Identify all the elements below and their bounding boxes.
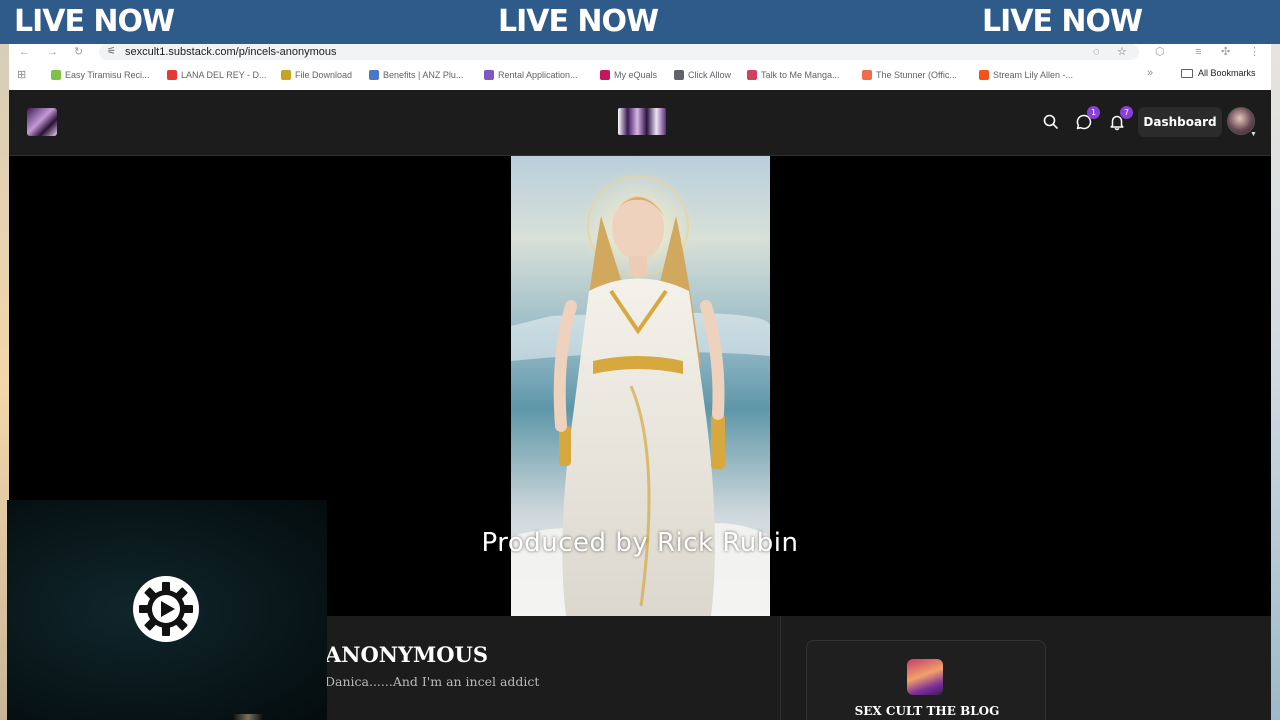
bookmark-item[interactable]: LANA DEL REY - D... [167, 68, 267, 82]
bookmark-favicon-icon [281, 70, 291, 80]
bookmark-item[interactable]: Easy Tiramisu Reci... [51, 68, 150, 82]
settings-gear-icon[interactable] [133, 576, 199, 642]
browser-chrome: ← → ↻ ⚟ sexcult1.substack.com/p/incels-a… [9, 44, 1271, 90]
bookmark-favicon-icon [51, 70, 61, 80]
publication-card[interactable]: SEX CULT THE BLOG [806, 640, 1046, 720]
bookmark-label: Talk to Me Manga... [761, 70, 840, 80]
apps-grid-icon[interactable]: ⊞ [17, 68, 26, 81]
bookmark-label: The Stunner (Offic... [876, 70, 957, 80]
bookmark-label: Rental Application... [498, 70, 578, 80]
bookmark-label: Click Allow [688, 70, 732, 80]
webcam-light [233, 714, 263, 720]
extensions-icon[interactable]: ⬡ [1155, 44, 1165, 60]
live-now-label-left: LIVE NOW [14, 4, 175, 39]
live-now-label-right: LIVE NOW [982, 4, 1143, 39]
forward-icon[interactable]: → [47, 44, 58, 60]
bookmarks-bar: ⊞ Easy Tiramisu Reci... LANA DEL REY - D.… [9, 64, 1271, 86]
bookmark-favicon-icon [600, 70, 610, 80]
publication-name[interactable]: SEX CULT THE BLOG [807, 704, 1047, 718]
bookmark-item[interactable]: Rental Application... [484, 68, 578, 82]
bookmark-label: Stream Lily Allen -... [993, 70, 1074, 80]
notification-badge: 7 [1120, 106, 1133, 119]
dashboard-button[interactable]: Dashboard [1138, 107, 1222, 137]
site-settings-icon[interactable]: ⚟ [107, 46, 116, 58]
menu-icon[interactable]: ⋮ [1249, 44, 1260, 60]
bookmark-label: My eQuals [614, 70, 658, 80]
eye-off-icon[interactable]: ◌ [1093, 45, 1100, 59]
sidebar: SEX CULT THE BLOG [782, 616, 1271, 720]
publication-wordmark[interactable] [618, 108, 666, 135]
more-bookmarks-icon[interactable]: » [1147, 67, 1153, 79]
reload-icon[interactable]: ↻ [74, 44, 83, 60]
publication-card-logo[interactable] [907, 659, 943, 695]
bookmark-item[interactable]: File Download [281, 68, 352, 82]
all-bookmarks-label: All Bookmarks [1198, 68, 1256, 78]
chevron-down-icon[interactable]: ▼ [1250, 131, 1257, 138]
back-icon[interactable]: ← [19, 44, 30, 60]
bookmark-favicon-icon [369, 70, 379, 80]
post-title: ANONYMOUS [325, 642, 488, 667]
media-icon[interactable]: ≡ [1195, 44, 1201, 60]
star-icon[interactable]: ☆ [1117, 45, 1127, 59]
address-row: ← → ↻ ⚟ sexcult1.substack.com/p/incels-a… [9, 44, 1271, 61]
bookmark-favicon-icon [862, 70, 872, 80]
live-banner: LIVE NOW LIVE NOW LIVE NOW [0, 0, 1280, 44]
chat-badge: 1 [1087, 106, 1100, 119]
bookmark-item[interactable]: My eQuals [600, 68, 657, 82]
bookmark-favicon-icon [484, 70, 494, 80]
all-bookmarks-button[interactable]: All Bookmarks [1181, 68, 1256, 78]
live-now-label-center: LIVE NOW [498, 4, 659, 39]
bookmark-favicon-icon [674, 70, 684, 80]
bookmark-favicon-icon [979, 70, 989, 80]
bookmark-item[interactable]: Stream Lily Allen -... [979, 68, 1073, 82]
webcam-overlay [7, 500, 327, 720]
bookmark-label: File Download [295, 70, 353, 80]
bookmark-item[interactable]: Talk to Me Manga... [747, 68, 840, 82]
bookmark-item[interactable]: Benefits | ANZ Plu... [369, 68, 463, 82]
url-text[interactable]: sexcult1.substack.com/p/incels-anonymous [125, 45, 337, 59]
screen: LIVE NOW LIVE NOW LIVE NOW ← → ↻ ⚟ sexcu… [0, 0, 1280, 720]
desktop-edge-right [1271, 44, 1280, 720]
folder-icon [1181, 68, 1193, 78]
address-bar[interactable]: ⚟ sexcult1.substack.com/p/incels-anonymo… [99, 44, 1139, 60]
post-subtitle: Danica......And I'm an incel addict [325, 674, 540, 689]
site-header: 1 7 Dashboard ▼ [9, 90, 1271, 156]
bookmark-favicon-icon [747, 70, 757, 80]
search-icon[interactable] [1041, 112, 1061, 132]
bookmark-item[interactable]: Click Allow [674, 68, 731, 82]
bookmark-label: Benefits | ANZ Plu... [383, 70, 464, 80]
bookmark-label: Easy Tiramisu Reci... [65, 70, 150, 80]
bookmark-label: LANA DEL REY - D... [181, 70, 267, 80]
profile-icon[interactable]: ✣ [1221, 44, 1230, 60]
publication-logo[interactable] [27, 108, 57, 136]
bookmark-favicon-icon [167, 70, 177, 80]
bookmark-item[interactable]: The Stunner (Offic... [862, 68, 957, 82]
